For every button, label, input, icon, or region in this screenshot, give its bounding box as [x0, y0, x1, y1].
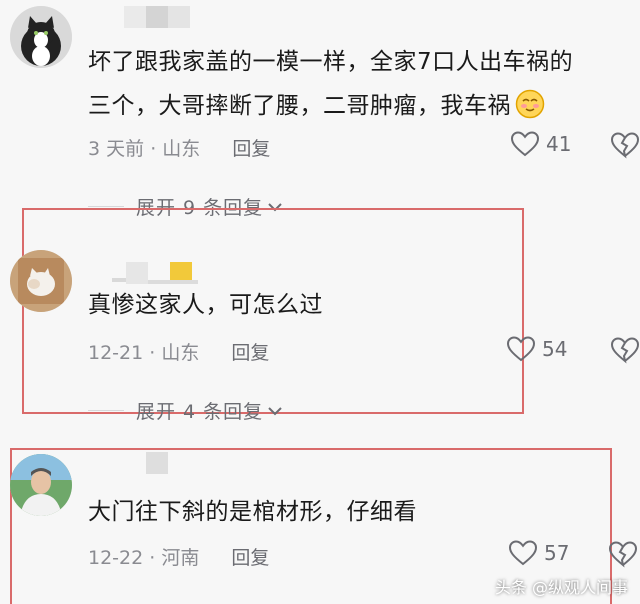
like-count: 41: [546, 132, 572, 156]
dislike-broken-heart-icon[interactable]: [610, 336, 640, 364]
expand-replies-button[interactable]: 展开 4 条回复: [88, 397, 283, 424]
reply-button[interactable]: 回复: [231, 342, 269, 364]
location: 山东: [161, 342, 200, 364]
avatar[interactable]: [10, 6, 72, 68]
dislike-broken-heart-icon[interactable]: [610, 131, 640, 159]
like-count: 57: [544, 541, 570, 565]
watermark: 头条 @纵观人间事: [494, 578, 628, 597]
location: 山东: [162, 138, 201, 160]
chevron-down-icon: [268, 406, 282, 415]
person-avatar-icon: [10, 454, 72, 516]
dislike-broken-heart-icon[interactable]: [608, 540, 638, 568]
comment-text: 坏了跟我家盖的一模一样，全家7口人出车祸的 三个，大哥摔断了腰，二哥肿瘤，我车祸: [88, 49, 574, 119]
divider: [88, 206, 124, 207]
location: 河南: [161, 547, 200, 569]
like-button[interactable]: 57: [508, 539, 569, 567]
timestamp: 12-21: [88, 342, 144, 364]
reply-button[interactable]: 回复: [232, 138, 270, 160]
avatar[interactable]: [10, 250, 72, 312]
cat-avatar-icon: [10, 6, 72, 68]
like-button[interactable]: 41: [510, 130, 571, 158]
comment-text: 大门往下斜的是棺材形，仔细看: [88, 499, 417, 525]
reply-button[interactable]: 回复: [231, 547, 269, 569]
cat-photo-avatar-icon: [10, 250, 72, 312]
comment-text: 真惨这家人，可怎么过: [88, 292, 323, 318]
like-count: 54: [542, 337, 568, 361]
heart-icon: [508, 540, 538, 566]
divider: [88, 410, 124, 411]
avatar[interactable]: [10, 454, 72, 516]
comment-meta: 12-21 · 山东 回复: [88, 342, 270, 364]
heart-icon: [510, 131, 540, 157]
comment-meta: 3 天前 · 山东 回复: [88, 138, 271, 160]
timestamp: 12-22: [88, 547, 144, 569]
like-button[interactable]: 54: [506, 335, 567, 363]
timestamp: 3 天前: [88, 138, 145, 160]
comment-meta: 12-22 · 河南 回复: [88, 547, 270, 569]
heart-icon: [506, 336, 536, 362]
blush-emoji-icon: [515, 89, 545, 119]
